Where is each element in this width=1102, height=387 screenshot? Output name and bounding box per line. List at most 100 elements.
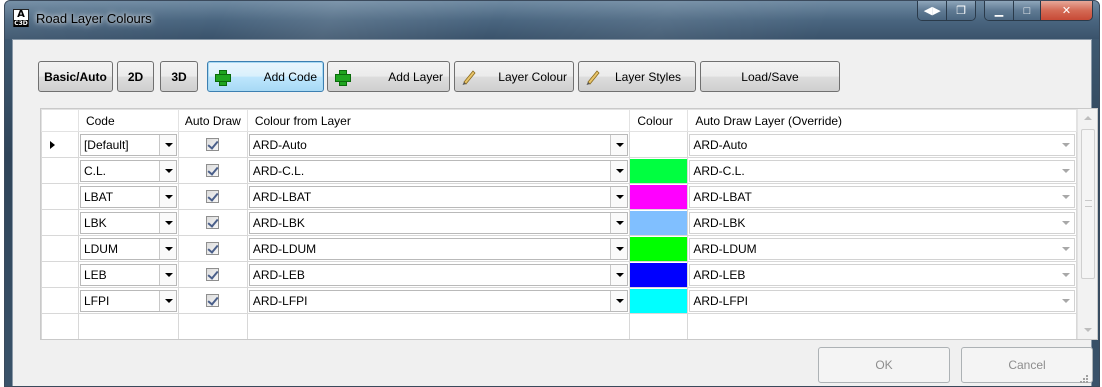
layer-combobox[interactable]: ARD-LBAT: [248, 185, 629, 208]
colour-from-layer-cell[interactable]: [246, 313, 631, 339]
auto-draw-checkbox[interactable]: [206, 164, 220, 177]
code-combobox[interactable]: LDUM: [79, 237, 177, 260]
code-cell[interactable]: LBAT: [77, 183, 179, 210]
nav-arrows-icon[interactable]: ◀▶: [918, 1, 947, 20]
code-combobox[interactable]: LFPI: [79, 289, 177, 312]
resize-grip-icon[interactable]: [1079, 374, 1089, 384]
close-icon[interactable]: ✕: [1040, 1, 1092, 20]
basic-auto-button[interactable]: Basic/Auto: [38, 61, 113, 92]
colour-cell[interactable]: [629, 313, 689, 339]
layer-combobox[interactable]: ARD-LBK: [248, 211, 629, 234]
override-cell[interactable]: ARD-LFPI: [687, 287, 1077, 314]
2d-button[interactable]: 2D: [117, 61, 154, 92]
override-combobox[interactable]: ARD-Auto: [689, 133, 1075, 156]
add-code-button[interactable]: Add Code: [207, 61, 324, 92]
colour-swatch[interactable]: [630, 158, 687, 183]
colour-swatch[interactable]: [630, 262, 687, 287]
chevron-down-icon[interactable]: [610, 134, 628, 155]
scrollbar-thumb[interactable]: [1081, 129, 1095, 279]
auto-draw-cell[interactable]: [177, 209, 248, 236]
colour-cell[interactable]: [629, 287, 689, 314]
auto-draw-checkbox[interactable]: [206, 190, 220, 203]
chevron-down-icon[interactable]: [158, 134, 176, 155]
code-combobox[interactable]: C.L.: [79, 159, 177, 182]
auto-draw-cell[interactable]: [177, 183, 248, 210]
auto-draw-cell[interactable]: [177, 131, 248, 158]
cancel-button[interactable]: Cancel: [961, 347, 1093, 383]
code-cell[interactable]: LDUM: [77, 235, 179, 262]
override-cell[interactable]: ARD-LEB: [687, 261, 1077, 288]
column-header-colour[interactable]: Colour: [629, 109, 689, 132]
override-cell[interactable]: ARD-Auto: [687, 131, 1077, 158]
auto-draw-cell[interactable]: [177, 157, 248, 184]
table-row[interactable]: LBK ARD-LBK ARD-LBK: [41, 209, 1077, 236]
override-combobox[interactable]: ARD-LBAT: [689, 185, 1075, 208]
maximize-icon[interactable]: □: [1013, 1, 1040, 20]
auto-draw-cell[interactable]: [177, 287, 248, 314]
colour-cell[interactable]: [629, 131, 689, 158]
table-row[interactable]: LBAT ARD-LBAT ARD-LBAT: [41, 183, 1077, 210]
chevron-down-icon[interactable]: [1057, 186, 1074, 207]
override-combobox[interactable]: ARD-LFPI: [689, 289, 1075, 312]
override-combobox[interactable]: ARD-LDUM: [689, 237, 1075, 260]
override-cell[interactable]: ARD-LDUM: [687, 235, 1077, 262]
vertical-scrollbar[interactable]: [1077, 109, 1097, 339]
row-header[interactable]: [41, 261, 79, 288]
minimize-icon[interactable]: ▁: [985, 1, 1013, 20]
override-combobox[interactable]: ARD-C.L.: [689, 159, 1075, 182]
auto-draw-cell[interactable]: [177, 261, 248, 288]
colour-from-layer-cell[interactable]: ARD-LBK: [246, 209, 631, 236]
chevron-down-icon[interactable]: [158, 160, 176, 181]
row-header[interactable]: [41, 131, 79, 158]
auto-draw-cell[interactable]: [177, 313, 248, 339]
colour-cell[interactable]: [629, 157, 689, 184]
add-layer-button[interactable]: Add Layer: [327, 61, 450, 92]
column-header-colour-from-layer[interactable]: Colour from Layer: [246, 109, 631, 132]
colour-cell[interactable]: [629, 183, 689, 210]
table-row[interactable]: LFPI ARD-LFPI ARD-LFPI: [41, 287, 1077, 314]
table-row[interactable]: C.L. ARD-C.L. ARD-C.L.: [41, 157, 1077, 184]
code-cell[interactable]: LEB: [77, 261, 179, 288]
override-cell[interactable]: ARD-LBK: [687, 209, 1077, 236]
column-header-code[interactable]: Code: [77, 109, 179, 132]
colour-from-layer-cell[interactable]: ARD-LEB: [246, 261, 631, 288]
load-save-button[interactable]: Load/Save: [700, 61, 840, 92]
table-row[interactable]: LEB ARD-LEB ARD-LEB: [41, 261, 1077, 288]
code-combobox[interactable]: LBAT: [79, 185, 177, 208]
chevron-down-icon[interactable]: [610, 186, 628, 207]
chevron-down-icon[interactable]: [1057, 212, 1074, 233]
layer-combobox[interactable]: ARD-C.L.: [248, 159, 629, 182]
chevron-down-icon[interactable]: [158, 186, 176, 207]
override-combobox[interactable]: ARD-LBK: [689, 211, 1075, 234]
chevron-down-icon[interactable]: [610, 264, 628, 285]
colour-cell[interactable]: [629, 209, 689, 236]
colour-swatch[interactable]: [630, 184, 687, 209]
layer-combobox[interactable]: ARD-LDUM: [248, 237, 629, 260]
chevron-down-icon[interactable]: [158, 290, 176, 311]
auto-draw-checkbox[interactable]: [206, 242, 220, 255]
scroll-down-arrow-icon[interactable]: [1084, 328, 1092, 332]
chevron-down-icon[interactable]: [1057, 134, 1074, 155]
code-cell[interactable]: [77, 313, 179, 339]
layer-combobox[interactable]: ARD-Auto: [248, 133, 629, 156]
colour-from-layer-cell[interactable]: ARD-LDUM: [246, 235, 631, 262]
colour-swatch[interactable]: [630, 288, 687, 313]
column-header-auto-draw-layer[interactable]: Auto Draw Layer (Override): [687, 109, 1077, 132]
layer-combobox[interactable]: ARD-LEB: [248, 263, 629, 286]
layer-colour-button[interactable]: Layer Colour: [454, 61, 574, 92]
colour-swatch[interactable]: [630, 236, 687, 261]
chevron-down-icon[interactable]: [610, 212, 628, 233]
row-header[interactable]: [41, 313, 79, 339]
colour-cell[interactable]: [629, 235, 689, 262]
colour-from-layer-cell[interactable]: ARD-LBAT: [246, 183, 631, 210]
colour-cell[interactable]: [629, 261, 689, 288]
auto-draw-checkbox[interactable]: [206, 138, 220, 151]
chevron-down-icon[interactable]: [158, 264, 176, 285]
layer-combobox[interactable]: ARD-LFPI: [248, 289, 629, 312]
colour-swatch[interactable]: [630, 132, 687, 157]
auto-draw-checkbox[interactable]: [206, 294, 220, 307]
colour-from-layer-cell[interactable]: ARD-LFPI: [246, 287, 631, 314]
scroll-up-arrow-icon[interactable]: [1084, 116, 1092, 120]
override-combobox[interactable]: ARD-LEB: [689, 263, 1075, 286]
row-header[interactable]: [41, 287, 79, 314]
